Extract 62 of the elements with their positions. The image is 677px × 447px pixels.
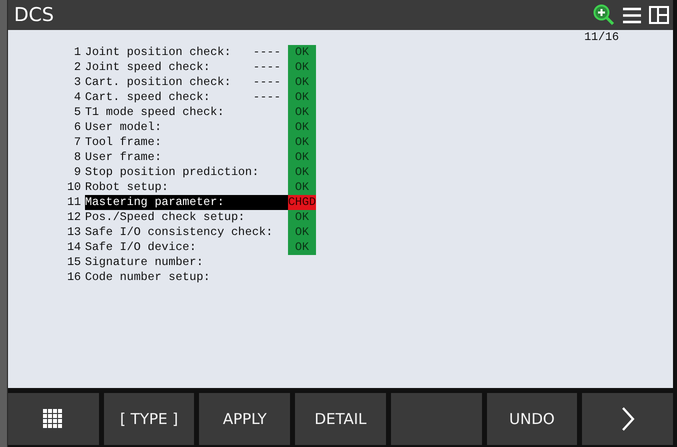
status-cell: OK — [288, 150, 316, 165]
status-cell: OK — [288, 165, 316, 180]
line-number: 16 — [66, 270, 82, 285]
status-cell: OK — [288, 105, 316, 120]
line-number: 2 — [73, 60, 82, 75]
line-number: 1 — [73, 45, 82, 60]
item-label[interactable]: Code number setup: — [85, 270, 288, 285]
line-number: 11 — [66, 195, 82, 210]
page-counter: 11/16 — [584, 32, 619, 44]
line-number: 7 — [73, 135, 82, 150]
item-label[interactable]: Mastering parameter: — [85, 195, 288, 210]
status-cell: OK — [288, 240, 316, 255]
value-text: ---- — [253, 90, 282, 105]
line-number: 14 — [66, 240, 82, 255]
item-label[interactable]: Joint position check: — [85, 45, 253, 60]
layout-icon[interactable] — [649, 6, 669, 24]
status-cell: OK — [288, 60, 316, 75]
status-cell: OK — [288, 210, 316, 225]
item-label[interactable]: Cart. speed check: — [85, 90, 253, 105]
status-cell: OK — [288, 135, 316, 150]
status-cell: OK — [288, 180, 316, 195]
status-cell: OK — [288, 75, 316, 90]
line-number: 12 — [66, 210, 82, 225]
window-title: DCS — [14, 4, 55, 26]
item-label[interactable]: Stop position prediction: — [85, 165, 288, 180]
item-label[interactable]: Pos./Speed check setup: — [85, 210, 288, 225]
item-label[interactable]: Tool frame: — [85, 135, 288, 150]
menu-button[interactable] — [8, 393, 99, 445]
softkey-button[interactable]: APPLY — [199, 393, 290, 445]
status-cell: OK — [288, 225, 316, 240]
grid-icon — [43, 409, 64, 429]
status-cell: CHGD — [288, 195, 316, 210]
value-text: ---- — [253, 60, 282, 75]
line-number: 6 — [73, 120, 82, 135]
item-label[interactable]: User frame: — [85, 150, 288, 165]
value-text: ---- — [253, 75, 282, 90]
item-label[interactable]: Safe I/O device: — [85, 240, 288, 255]
softkey-button[interactable]: UNDO — [486, 393, 578, 445]
line-number: 9 — [73, 165, 82, 180]
status-cell: OK — [288, 45, 316, 60]
value-text: ---- — [253, 45, 282, 60]
item-label[interactable]: User model: — [85, 120, 288, 135]
line-number: 13 — [66, 225, 82, 240]
zoom-in-icon[interactable] — [593, 4, 615, 26]
line-number: 15 — [66, 255, 82, 270]
item-label[interactable]: T1 mode speed check: — [85, 105, 288, 120]
softkey-button[interactable]: DETAIL — [295, 393, 386, 445]
softkey-button[interactable]: [ TYPE ] — [104, 393, 194, 445]
item-label[interactable]: Robot setup: — [85, 180, 288, 195]
line-number: 10 — [66, 180, 82, 195]
menu-icon[interactable] — [623, 6, 641, 24]
chevron-right-icon — [620, 407, 635, 431]
item-label[interactable]: Safe I/O consistency check: — [85, 225, 288, 240]
status-cell: OK — [288, 90, 316, 105]
status-cell: OK — [288, 120, 316, 135]
line-number: 5 — [73, 105, 82, 120]
item-label[interactable]: Cart. position check: — [85, 75, 253, 90]
item-label[interactable]: Joint speed check: — [85, 60, 253, 75]
line-number: 8 — [73, 150, 82, 165]
line-number: 4 — [73, 90, 82, 105]
item-label[interactable]: Signature number: — [85, 255, 288, 270]
line-number: 3 — [73, 75, 82, 90]
